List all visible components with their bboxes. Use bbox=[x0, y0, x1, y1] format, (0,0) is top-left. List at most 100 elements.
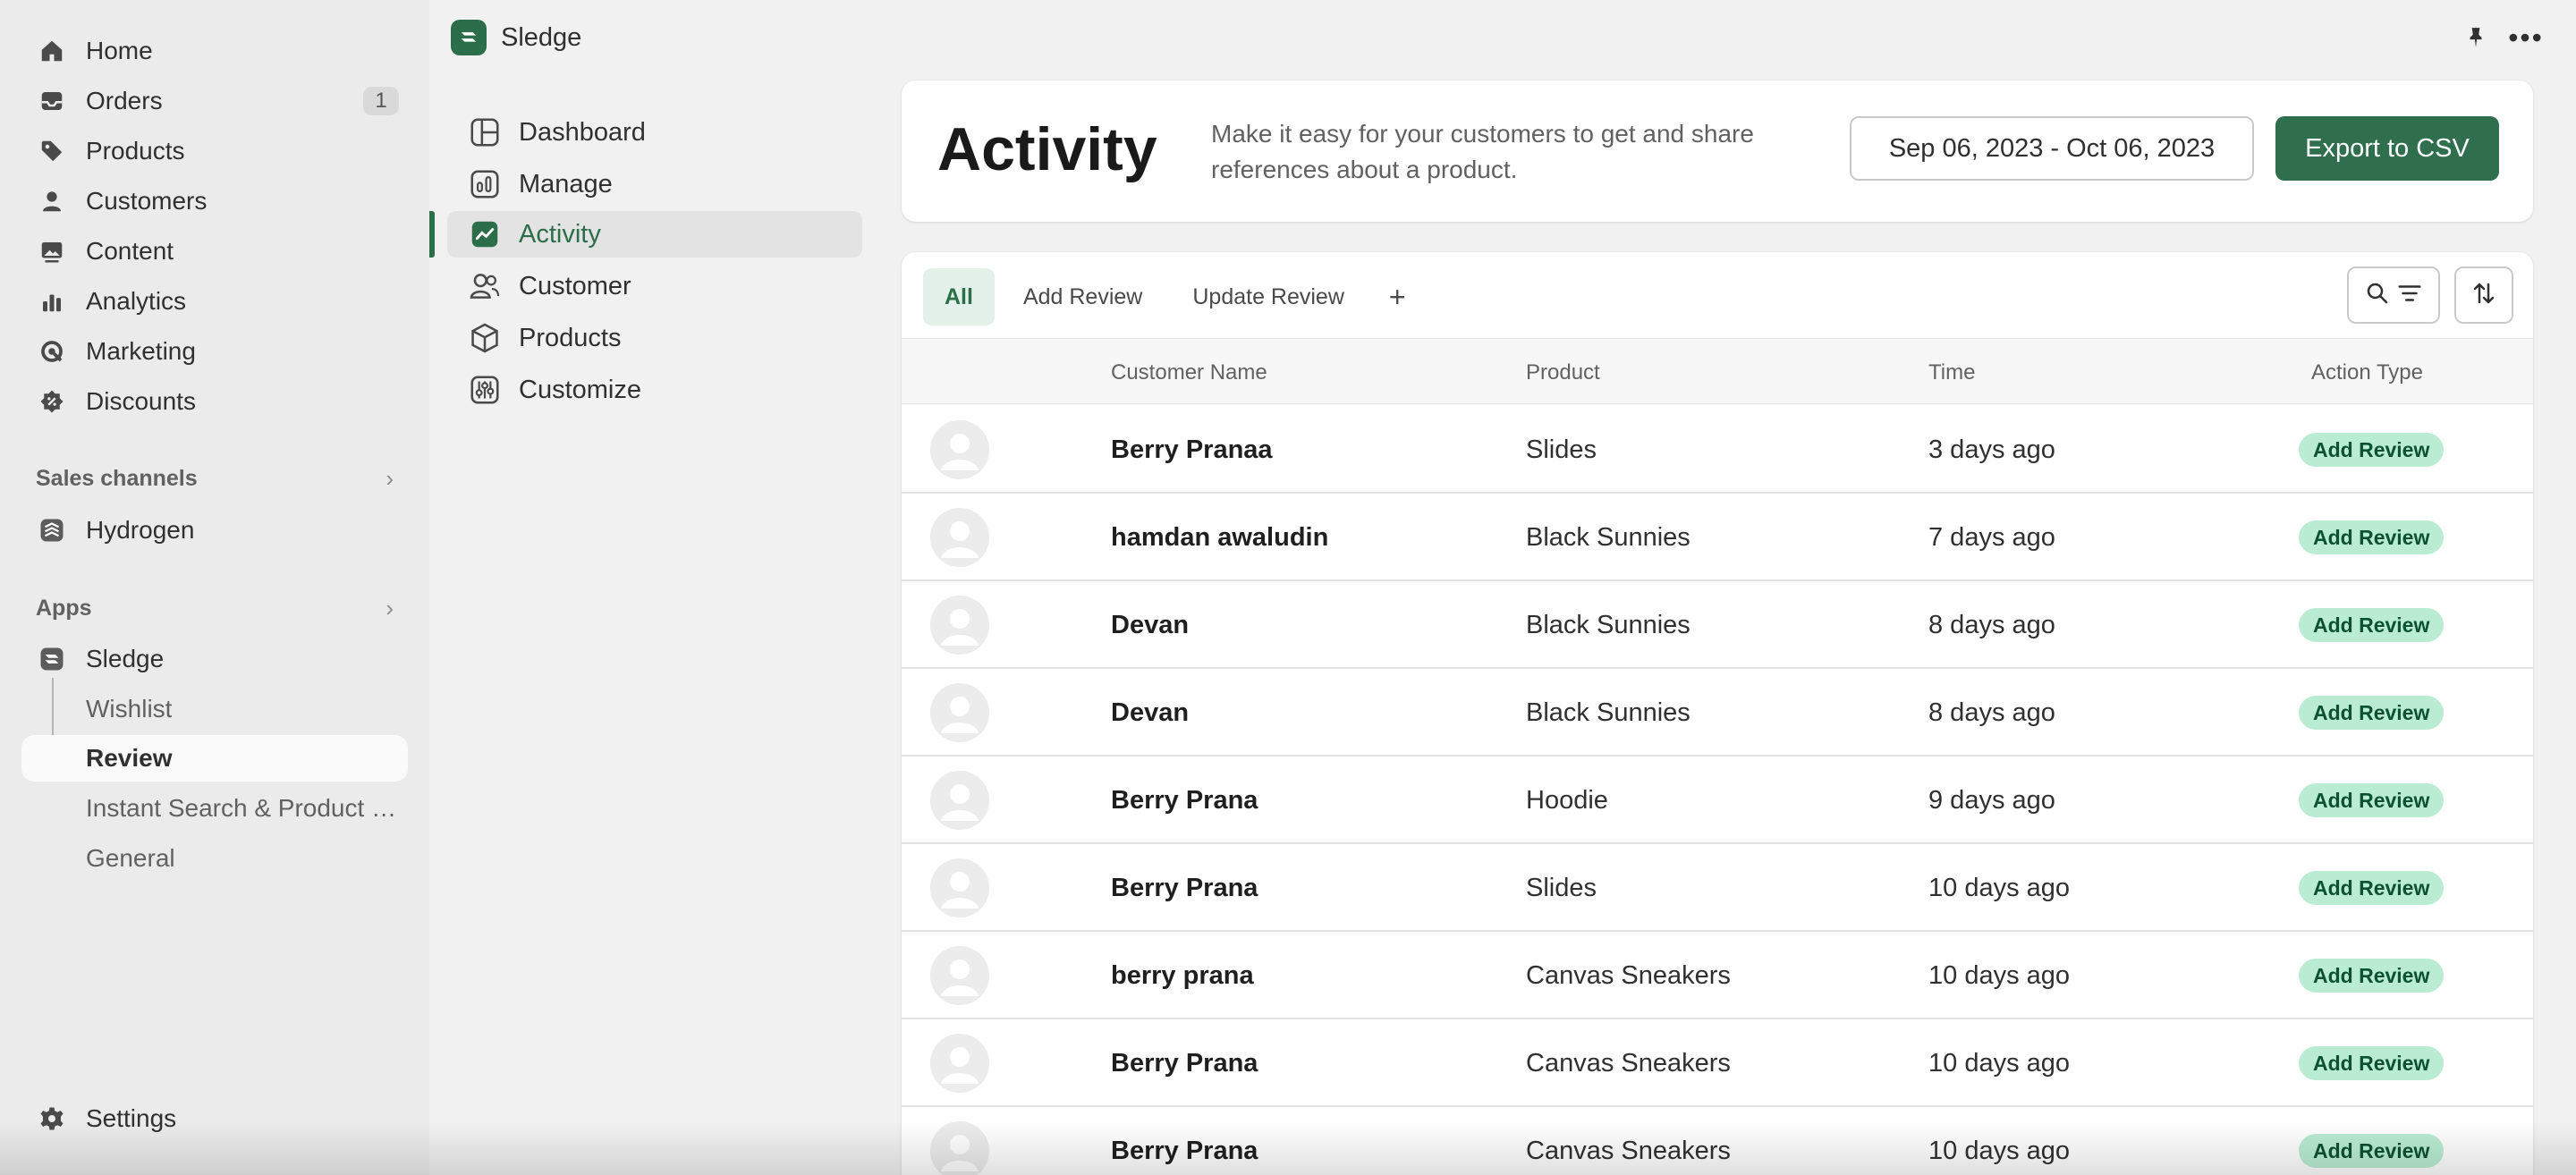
table-row[interactable]: Devan Black Sunnies 8 days ago Add Review bbox=[902, 669, 2533, 757]
people-icon bbox=[467, 268, 503, 304]
table-row[interactable]: hamdan awaludin Black Sunnies 7 days ago Ad… bbox=[902, 494, 2533, 581]
sub-item-general[interactable]: General bbox=[21, 835, 408, 882]
table-row[interactable]: Berry Prana Slides 10 days ago Add Review bbox=[902, 844, 2533, 932]
table-row[interactable]: berry prana Canvas Sneakers 10 days ago Add… bbox=[902, 932, 2533, 1019]
avatar bbox=[930, 1121, 989, 1175]
section-title: Apps bbox=[36, 596, 92, 621]
table-row[interactable]: Berry Pranaa Slides 3 days ago Add Review bbox=[902, 406, 2533, 494]
sub-item-label: Review bbox=[86, 744, 173, 772]
avatar bbox=[930, 508, 989, 567]
time-cell: 10 days ago bbox=[1928, 961, 2071, 990]
nav-item-analytics[interactable]: Analytics bbox=[21, 279, 408, 324]
table-row[interactable]: Berry Prana Hoodie 9 days ago Add Review bbox=[902, 757, 2533, 844]
nav-item-home[interactable]: Home bbox=[21, 29, 408, 73]
apps-header[interactable]: Apps › bbox=[36, 595, 394, 622]
target-icon bbox=[36, 335, 68, 368]
time-cell: 7 days ago bbox=[1928, 523, 2055, 552]
app-nav-customer[interactable]: Customer bbox=[447, 263, 862, 309]
time-cell: 8 days ago bbox=[1928, 611, 2055, 639]
table-row[interactable]: Devan Black Sunnies 8 days ago Add Review bbox=[902, 581, 2533, 669]
nav-label: Hydrogen bbox=[86, 516, 195, 544]
app-nav-products[interactable]: Products bbox=[447, 315, 862, 361]
nav-label: Products bbox=[86, 137, 185, 165]
table-header: Customer Name Product Time Action Type bbox=[902, 338, 2533, 404]
app-nav-label: Products bbox=[519, 323, 622, 352]
discount-icon bbox=[36, 385, 68, 418]
app-nav-manage[interactable]: Manage bbox=[447, 161, 862, 207]
tag-icon bbox=[36, 135, 68, 167]
chevron-right-icon: › bbox=[386, 465, 394, 492]
activity-table-card: All Add Review Update Review + Customer … bbox=[902, 252, 2533, 1175]
product-cell: Canvas Sneakers bbox=[1526, 1137, 1731, 1165]
tab-add-review[interactable]: Add Review bbox=[1002, 268, 1164, 325]
avatar bbox=[930, 946, 989, 1005]
action-type-badge: Add Review bbox=[2299, 520, 2445, 554]
nav-item-marketing[interactable]: Marketing bbox=[21, 329, 408, 374]
table-row[interactable]: Berry Prana Canvas Sneakers 10 days ago Add… bbox=[902, 1019, 2533, 1107]
nav-item-hydrogen[interactable]: Hydrogen bbox=[21, 508, 408, 553]
nav-item-customers[interactable]: Customers bbox=[21, 179, 408, 224]
column-header-customer-name[interactable]: Customer Name bbox=[1111, 360, 1267, 385]
nav-item-orders[interactable]: Orders 1 bbox=[21, 79, 408, 123]
sort-button[interactable] bbox=[2454, 266, 2513, 324]
add-view-button[interactable]: + bbox=[1373, 268, 1422, 325]
customer-name-cell: Berry Prana bbox=[1111, 1049, 1258, 1078]
activity-header-card: Activity Make it easy for your customers… bbox=[902, 80, 2533, 222]
app-header: Sledge ••• bbox=[429, 0, 2576, 73]
sub-item-label: Instant Search & Product Filter bbox=[86, 794, 408, 822]
action-type-badge: Add Review bbox=[2299, 696, 2445, 730]
image-icon bbox=[36, 235, 68, 267]
nav-label: Settings bbox=[86, 1104, 177, 1132]
sub-item-label: Wishlist bbox=[86, 695, 173, 723]
customer-name-cell: Berry Prana bbox=[1111, 874, 1258, 902]
pin-icon[interactable] bbox=[2462, 23, 2490, 52]
nav-label: Home bbox=[86, 37, 153, 64]
nav-item-discounts[interactable]: Discounts bbox=[21, 379, 408, 424]
app-nav-activity[interactable]: Activity bbox=[447, 211, 862, 258]
column-header-product[interactable]: Product bbox=[1526, 360, 1600, 385]
sales-channels-header[interactable]: Sales channels › bbox=[36, 465, 394, 493]
sub-item-review[interactable]: Review bbox=[21, 735, 408, 782]
column-header-action-type[interactable]: Action Type bbox=[2311, 360, 2423, 385]
app-title: Sledge bbox=[501, 23, 582, 52]
customer-name-cell: Devan bbox=[1111, 611, 1190, 639]
sort-icon bbox=[2470, 280, 2497, 311]
nav-item-content[interactable]: Content bbox=[21, 229, 408, 274]
filter-tabs: All Add Review Update Review + bbox=[923, 268, 1429, 325]
customer-name-cell: Berry Prana bbox=[1111, 1137, 1258, 1165]
layout-icon bbox=[467, 114, 503, 150]
section-title: Sales channels bbox=[36, 466, 198, 491]
sub-item-instant-search[interactable]: Instant Search & Product Filter bbox=[21, 785, 408, 832]
date-range-picker-button[interactable]: Sep 06, 2023 - Oct 06, 2023 bbox=[1850, 116, 2254, 181]
nav-item-settings[interactable]: Settings bbox=[21, 1096, 408, 1141]
customer-name-cell: Berry Prana bbox=[1111, 786, 1258, 815]
nav-item-products[interactable]: Products bbox=[21, 129, 408, 173]
sliders-icon bbox=[467, 372, 503, 408]
product-cell: Black Sunnies bbox=[1526, 523, 1690, 552]
action-type-badge: Add Review bbox=[2299, 1046, 2445, 1080]
more-options-icon[interactable]: ••• bbox=[2508, 21, 2544, 54]
time-cell: 8 days ago bbox=[1928, 698, 2055, 727]
app-nav-dashboard[interactable]: Dashboard bbox=[447, 109, 862, 156]
export-csv-button[interactable]: Export to CSV bbox=[2275, 116, 2499, 181]
action-type-badge: Add Review bbox=[2299, 433, 2445, 467]
table-row[interactable]: Berry Prana Canvas Sneakers 10 days ago Add… bbox=[902, 1107, 2533, 1175]
customer-name-cell: Devan bbox=[1111, 698, 1190, 727]
avatar bbox=[930, 771, 989, 830]
app-nav-label: Customize bbox=[519, 375, 641, 404]
search-filter-button[interactable] bbox=[2347, 266, 2440, 324]
product-cell: Black Sunnies bbox=[1526, 611, 1690, 639]
nav-label: Sledge bbox=[86, 645, 165, 672]
avatar bbox=[930, 420, 989, 479]
column-header-time[interactable]: Time bbox=[1928, 360, 1975, 385]
app-nav-customize[interactable]: Customize bbox=[447, 367, 862, 413]
admin-sidebar: Home Orders 1 Products Customers Content… bbox=[0, 0, 429, 1175]
tab-all[interactable]: All bbox=[923, 268, 995, 325]
nav-label: Marketing bbox=[86, 337, 196, 365]
sub-item-wishlist[interactable]: Wishlist bbox=[21, 686, 408, 732]
nav-item-sledge[interactable]: Sledge bbox=[21, 637, 408, 681]
sledge-logo-icon bbox=[36, 643, 68, 675]
tab-update-review[interactable]: Update Review bbox=[1171, 268, 1366, 325]
product-cell: Canvas Sneakers bbox=[1526, 961, 1731, 990]
time-cell: 9 days ago bbox=[1928, 786, 2055, 815]
